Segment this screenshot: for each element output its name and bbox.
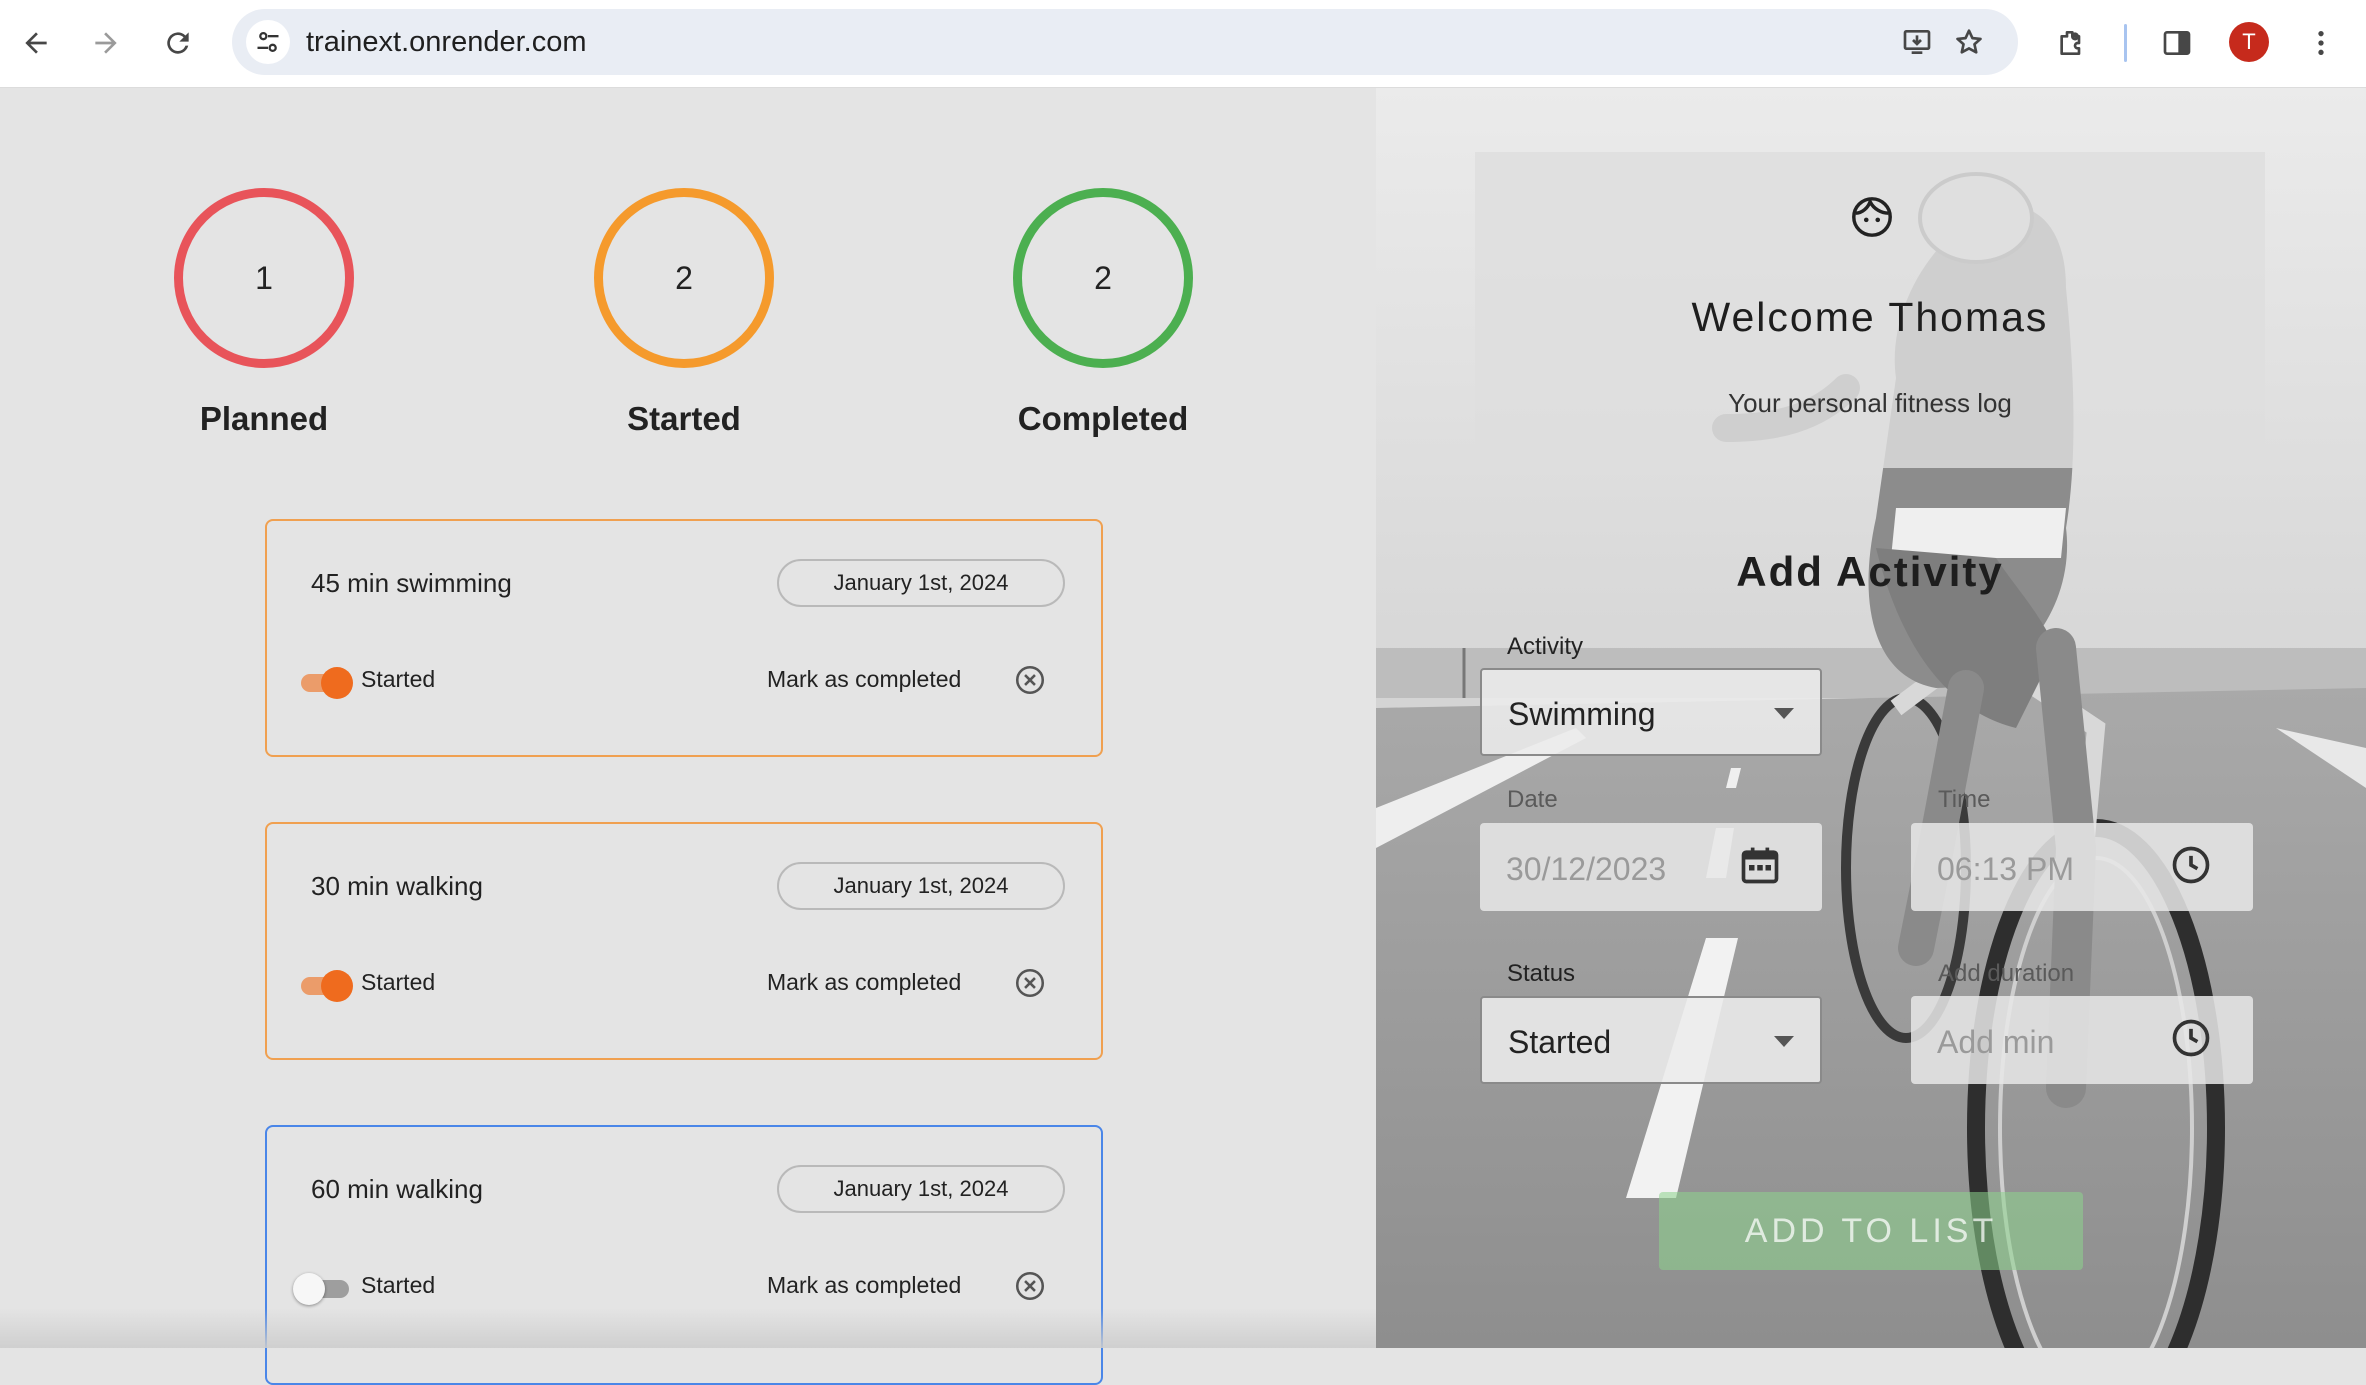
- toggle-label: Started: [361, 1272, 436, 1298]
- remove-circle-icon[interactable]: [1012, 965, 1048, 1001]
- toggle-label: Started: [361, 666, 436, 692]
- stat-completed: 2 Completed: [953, 188, 1253, 438]
- browser-toolbar: trainext.onrender.com T: [0, 0, 2366, 88]
- activity-label: Activity: [1507, 633, 1584, 660]
- stat-started: 2 Started: [534, 188, 834, 438]
- calendar-icon[interactable]: [1738, 843, 1782, 887]
- activity-title: 30 min walking: [311, 871, 483, 901]
- mark-as-completed-button[interactable]: Mark as completed: [767, 969, 961, 996]
- dropdown-arrow-icon: [1774, 708, 1794, 719]
- scroll-fade: [0, 1308, 1376, 1348]
- date-value: 30/12/2023: [1506, 851, 1667, 887]
- activity-list-panel: 1 Planned 2 Started 2 Completed 45 min s…: [0, 88, 1376, 1385]
- dropdown-arrow-icon: [1774, 1036, 1794, 1047]
- duration-input[interactable]: Add min: [1911, 996, 2253, 1084]
- started-count-ring: 2: [594, 188, 774, 368]
- time-input[interactable]: 06:13 PM: [1911, 823, 2253, 911]
- welcome-card: Welcome Thomas Your personal fitness log: [1475, 152, 2265, 468]
- time-label: Time: [1938, 786, 1991, 813]
- face-icon: [1852, 197, 1892, 237]
- stat-label: Planned: [199, 400, 329, 437]
- activity-card: 30 min walking January 1st, 2024 Started…: [265, 822, 1103, 1060]
- date-label: Date: [1507, 786, 1558, 813]
- status-label: Status: [1507, 960, 1576, 987]
- install-app-icon[interactable]: [1896, 21, 1938, 63]
- reload-icon[interactable]: [156, 21, 200, 65]
- status-select[interactable]: Started: [1480, 996, 1822, 1084]
- add-activity-heading: Add Activity: [1736, 548, 2004, 595]
- time-value: 06:13 PM: [1937, 851, 2074, 887]
- star-icon[interactable]: [1948, 21, 1990, 63]
- date-chip: January 1st, 2024: [777, 1165, 1065, 1213]
- started-toggle[interactable]: [293, 1270, 353, 1305]
- side-panel-icon[interactable]: [2154, 20, 2200, 66]
- activity-title: 60 min walking: [311, 1174, 483, 1204]
- welcome-title: Welcome Thomas: [1691, 294, 2049, 340]
- date-input[interactable]: 30/12/2023: [1480, 823, 1822, 911]
- clock-icon[interactable]: [2169, 1016, 2213, 1060]
- remove-circle-icon[interactable]: [1012, 662, 1048, 698]
- profile-avatar[interactable]: T: [2229, 22, 2269, 62]
- clock-icon[interactable]: [2169, 843, 2213, 887]
- forward-arrow-icon[interactable]: [84, 21, 128, 65]
- remove-circle-icon[interactable]: [1012, 1268, 1048, 1304]
- activity-title: 45 min swimming: [311, 568, 512, 598]
- back-arrow-icon[interactable]: [14, 21, 58, 65]
- welcome-subtitle: Your personal fitness log: [1728, 388, 2012, 418]
- duration-placeholder: Add min: [1937, 1024, 2055, 1060]
- address-bar[interactable]: trainext.onrender.com: [232, 9, 2018, 75]
- activity-card: 45 min swimming January 1st, 2024 Starte…: [265, 519, 1103, 757]
- started-toggle[interactable]: [297, 664, 353, 699]
- kebab-menu-icon[interactable]: [2298, 20, 2344, 66]
- mark-as-completed-button[interactable]: Mark as completed: [767, 1272, 961, 1299]
- planned-count-ring: 1: [174, 188, 354, 368]
- url-text[interactable]: trainext.onrender.com: [306, 26, 586, 59]
- stat-planned: 1 Planned: [114, 188, 414, 438]
- started-toggle[interactable]: [297, 967, 353, 1002]
- activity-select[interactable]: Swimming: [1480, 668, 1822, 756]
- stat-label: Completed: [1017, 400, 1189, 437]
- add-to-list-button[interactable]: ADD TO LIST: [1659, 1192, 2083, 1270]
- completed-count-ring: 2: [1013, 188, 1193, 368]
- add-activity-panel: Welcome Thomas Your personal fitness log…: [1376, 88, 2366, 1348]
- date-chip: January 1st, 2024: [777, 559, 1065, 607]
- mark-as-completed-button[interactable]: Mark as completed: [767, 666, 961, 693]
- date-chip: January 1st, 2024: [777, 862, 1065, 910]
- toolbar-divider: [2124, 24, 2127, 62]
- puzzle-icon[interactable]: [2048, 20, 2094, 66]
- toggle-label: Started: [361, 969, 436, 995]
- duration-label: Add duration: [1938, 960, 2075, 987]
- activity-value: Swimming: [1508, 696, 1656, 732]
- tune-icon[interactable]: [246, 20, 290, 64]
- stat-label: Started: [627, 400, 741, 437]
- status-value: Started: [1508, 1024, 1612, 1060]
